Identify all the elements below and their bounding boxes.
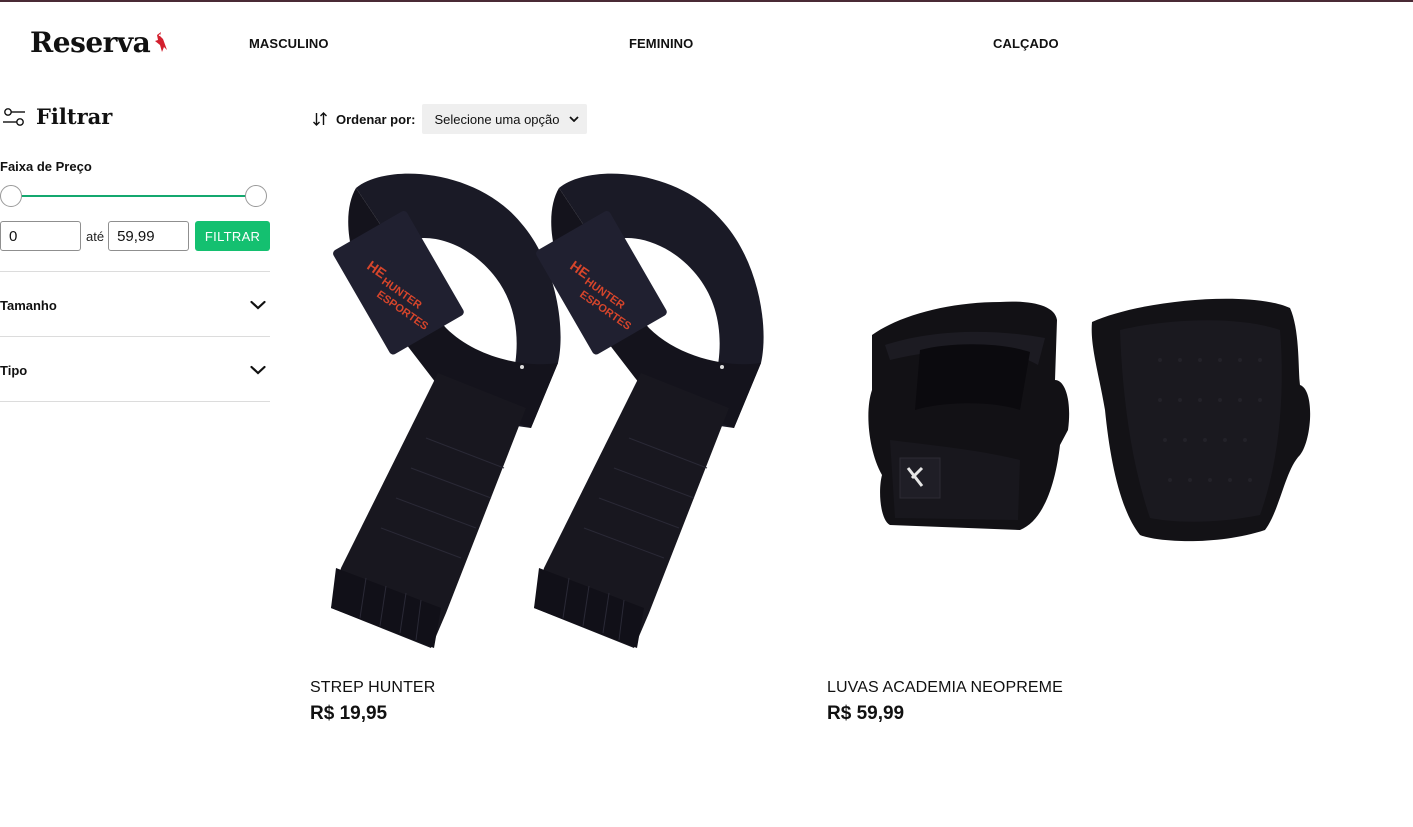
brand-logo[interactable]: Reserva: [30, 26, 169, 59]
product-card-luvas-academia[interactable]: LUVAS ACADEMIA NEOPREME R$ 59,99: [827, 679, 1063, 725]
sort-selected-value: Selecione uma opção: [434, 111, 560, 127]
filter-sliders-icon: [3, 107, 25, 126]
product-price: R$ 59,99: [827, 703, 905, 724]
top-border: [0, 0, 1413, 2]
nav-feminino[interactable]: FEMININO: [629, 36, 693, 51]
sort-bar: Ordenar por: Selecione uma opção: [312, 104, 588, 134]
product-card-strep-hunter[interactable]: STREP HUNTER R$ 19,95: [310, 679, 435, 725]
lifting-straps-image[interactable]: HE HUNTER ESPORTES HE HUNTER ESPORTES: [326, 168, 776, 663]
filter-title: Filtrar: [36, 104, 113, 129]
accordion-label: Tamanho: [0, 297, 57, 313]
brand-name: Reserva: [30, 26, 151, 59]
chevron-down-icon: [569, 116, 580, 122]
divider: [0, 336, 270, 337]
slider-max-handle[interactable]: [245, 185, 267, 207]
slider-track: [10, 195, 256, 197]
sort-label: Ordenar por:: [336, 111, 416, 127]
nav-masculino[interactable]: MASCULINO: [249, 36, 329, 51]
price-separator: até: [86, 228, 105, 244]
chevron-down-icon: [250, 300, 266, 310]
price-range-label: Faixa de Preço: [0, 159, 92, 174]
product-name[interactable]: LUVAS ACADEMIA NEOPREME: [827, 679, 1063, 697]
accordion-tamanho[interactable]: Tamanho: [0, 273, 270, 337]
price-min-input[interactable]: [0, 221, 81, 251]
nav-calcado[interactable]: CALÇADO: [993, 36, 1059, 51]
gym-gloves-image[interactable]: [860, 290, 1315, 545]
product-name[interactable]: STREP HUNTER: [310, 679, 435, 697]
price-range-slider[interactable]: [0, 183, 268, 209]
filter-header: Filtrar: [2, 104, 112, 129]
accordion-tipo[interactable]: Tipo: [0, 338, 270, 402]
sort-select[interactable]: Selecione uma opção: [422, 104, 588, 134]
product-price: R$ 19,95: [310, 703, 388, 724]
price-max-input[interactable]: [108, 221, 190, 251]
accordion-label: Tipo: [0, 362, 28, 378]
sort-arrows-icon: [313, 112, 327, 126]
divider: [0, 271, 270, 272]
slider-min-handle[interactable]: [0, 185, 22, 207]
divider: [0, 401, 270, 402]
chevron-down-icon: [250, 365, 266, 375]
bird-logo-icon: [155, 31, 168, 52]
filter-button[interactable]: FILTRAR: [195, 221, 271, 251]
price-inputs-row: até FILTRAR: [0, 221, 271, 251]
